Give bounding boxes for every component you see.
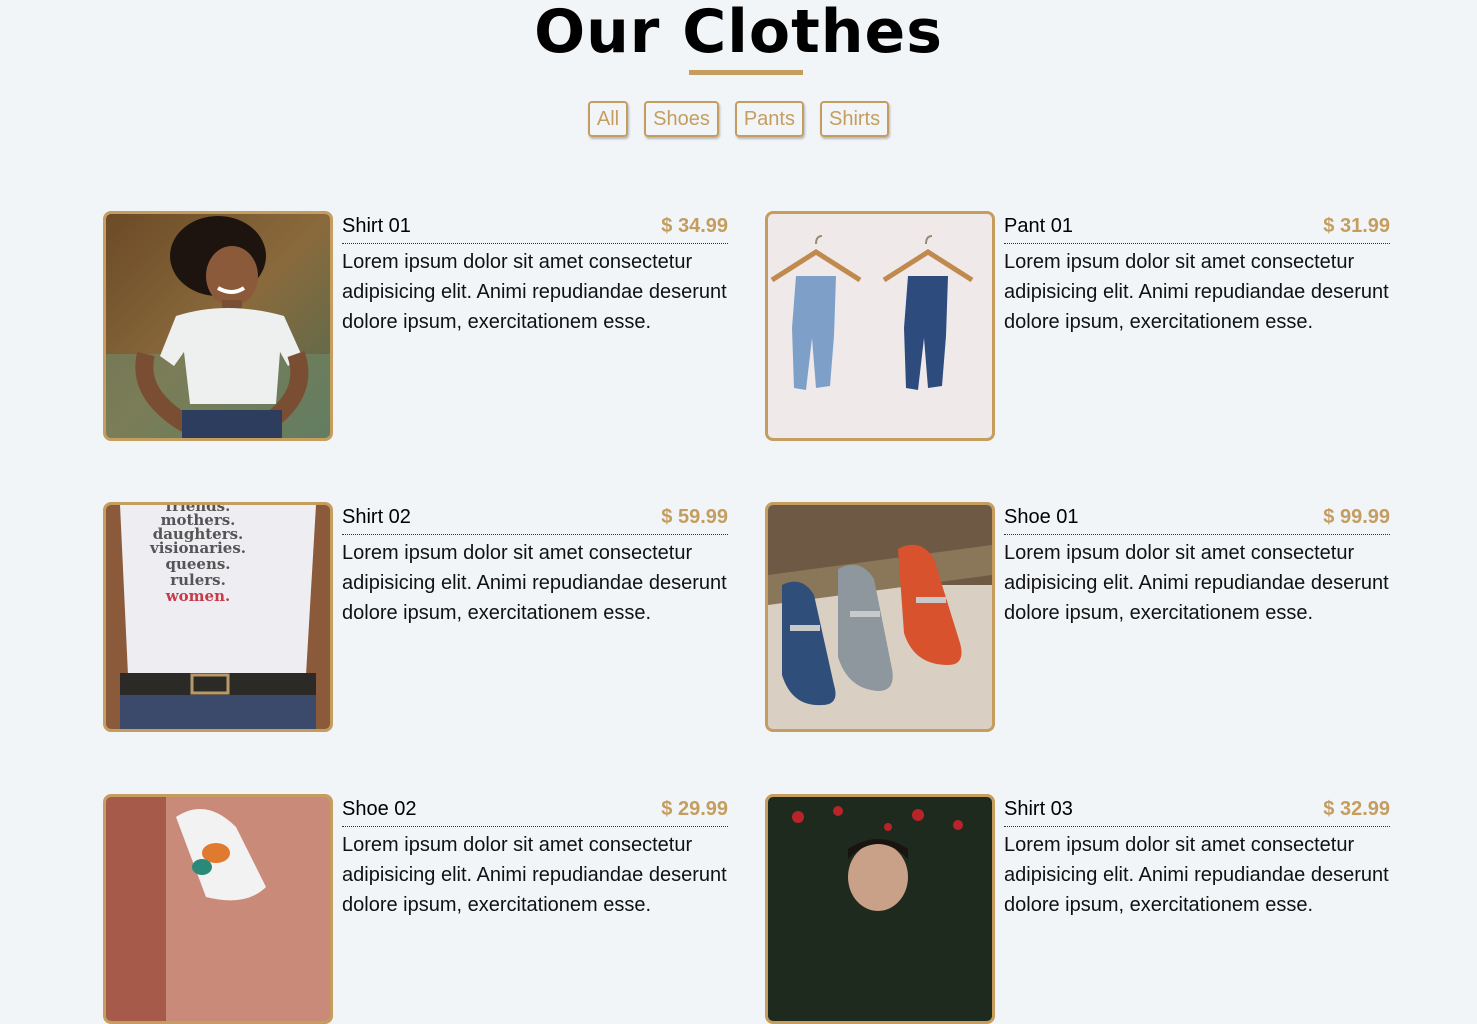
item-price: $ 99.99 xyxy=(1323,506,1390,528)
item-header: Pant 01 $ 31.99 xyxy=(1004,211,1390,244)
product-photo xyxy=(765,794,995,1024)
item-description: Lorem ipsum dolor sit amet consectetur a… xyxy=(342,542,727,624)
page-title: Our Clothes xyxy=(534,0,943,67)
product-photo xyxy=(765,211,995,441)
item-header: Shoe 02 $ 29.99 xyxy=(342,794,728,827)
product-photo xyxy=(765,502,995,732)
item-header: Shirt 02 $ 59.99 xyxy=(342,502,728,535)
loafer-shoes-image xyxy=(768,505,992,729)
product-photo: friends. mothers. daughters. visionaries… xyxy=(103,502,333,732)
item-info: Shirt 01 $ 34.99 Lorem ipsum dolor sit a… xyxy=(342,211,728,337)
menu-item-card: Shirt 03 $ 32.99 Lorem ipsum dolor sit a… xyxy=(765,794,1390,1024)
menu-item-card: Pant 01 $ 31.99 Lorem ipsum dolor sit am… xyxy=(765,211,1390,441)
item-info: Shoe 02 $ 29.99 Lorem ipsum dolor sit am… xyxy=(342,794,728,920)
menu-item-card: Shoe 01 $ 99.99 Lorem ipsum dolor sit am… xyxy=(765,502,1390,732)
item-name: Shirt 03 xyxy=(1004,798,1073,820)
item-name: Shoe 01 xyxy=(1004,506,1079,528)
filter-bar: All Shoes Pants Shirts xyxy=(0,101,1477,137)
menu-item-card: Shirt 01 $ 34.99 Lorem ipsum dolor sit a… xyxy=(103,211,728,441)
item-description: Lorem ipsum dolor sit amet consectetur a… xyxy=(342,834,727,916)
item-header: Shirt 03 $ 32.99 xyxy=(1004,794,1390,827)
filter-shoes-button[interactable]: Shoes xyxy=(644,101,719,137)
item-description: Lorem ipsum dolor sit amet consectetur a… xyxy=(1004,542,1389,624)
menu-item-card: Shoe 02 $ 29.99 Lorem ipsum dolor sit am… xyxy=(103,794,728,1024)
printed-tshirt-image: friends. mothers. daughters. visionaries… xyxy=(106,505,330,729)
filter-shirts-button[interactable]: Shirts xyxy=(819,101,890,137)
item-price: $ 59.99 xyxy=(661,506,728,528)
jeans-on-hangers-image xyxy=(768,214,992,438)
filter-all-button[interactable]: All xyxy=(587,101,629,137)
item-info: Shoe 01 $ 99.99 Lorem ipsum dolor sit am… xyxy=(1004,502,1390,628)
item-description: Lorem ipsum dolor sit amet consectetur a… xyxy=(342,251,727,333)
item-price: $ 32.99 xyxy=(1323,798,1390,820)
item-info: Pant 01 $ 31.99 Lorem ipsum dolor sit am… xyxy=(1004,211,1390,337)
item-name: Pant 01 xyxy=(1004,215,1073,237)
product-photo xyxy=(103,794,333,1024)
item-description: Lorem ipsum dolor sit amet consectetur a… xyxy=(1004,251,1389,333)
item-name: Shirt 02 xyxy=(342,506,411,528)
title-underline xyxy=(689,70,803,75)
item-price: $ 34.99 xyxy=(661,215,728,237)
item-info: Shirt 03 $ 32.99 Lorem ipsum dolor sit a… xyxy=(1004,794,1390,920)
man-with-flowers-image xyxy=(768,797,992,1021)
item-price: $ 31.99 xyxy=(1323,215,1390,237)
sneaker-on-wall-image xyxy=(106,797,330,1021)
woman-in-white-shirt-image xyxy=(106,214,330,438)
product-photo xyxy=(103,211,333,441)
filter-pants-button[interactable]: Pants xyxy=(734,101,804,137)
item-name: Shirt 01 xyxy=(342,215,411,237)
item-description: Lorem ipsum dolor sit amet consectetur a… xyxy=(1004,834,1389,916)
menu-item-card: friends. mothers. daughters. visionaries… xyxy=(103,502,728,732)
item-price: $ 29.99 xyxy=(661,798,728,820)
item-name: Shoe 02 xyxy=(342,798,417,820)
item-header: Shirt 01 $ 34.99 xyxy=(342,211,728,244)
shirt-print-line: women. xyxy=(165,587,230,605)
item-header: Shoe 01 $ 99.99 xyxy=(1004,502,1390,535)
item-info: Shirt 02 $ 59.99 Lorem ipsum dolor sit a… xyxy=(342,502,728,628)
